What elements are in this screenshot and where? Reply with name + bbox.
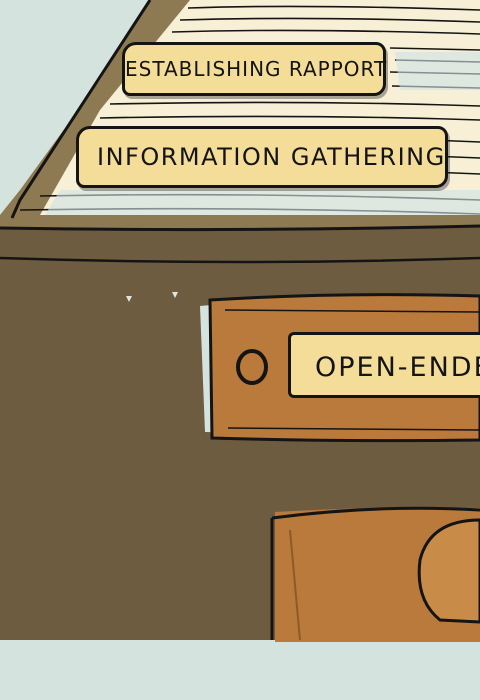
tab-establishing-rapport[interactable]: Establishing Rapport bbox=[122, 42, 386, 96]
drawer-label-open-ended[interactable]: Open-Ended bbox=[288, 332, 480, 398]
tab-information-gathering[interactable]: Information Gathering bbox=[76, 126, 448, 188]
